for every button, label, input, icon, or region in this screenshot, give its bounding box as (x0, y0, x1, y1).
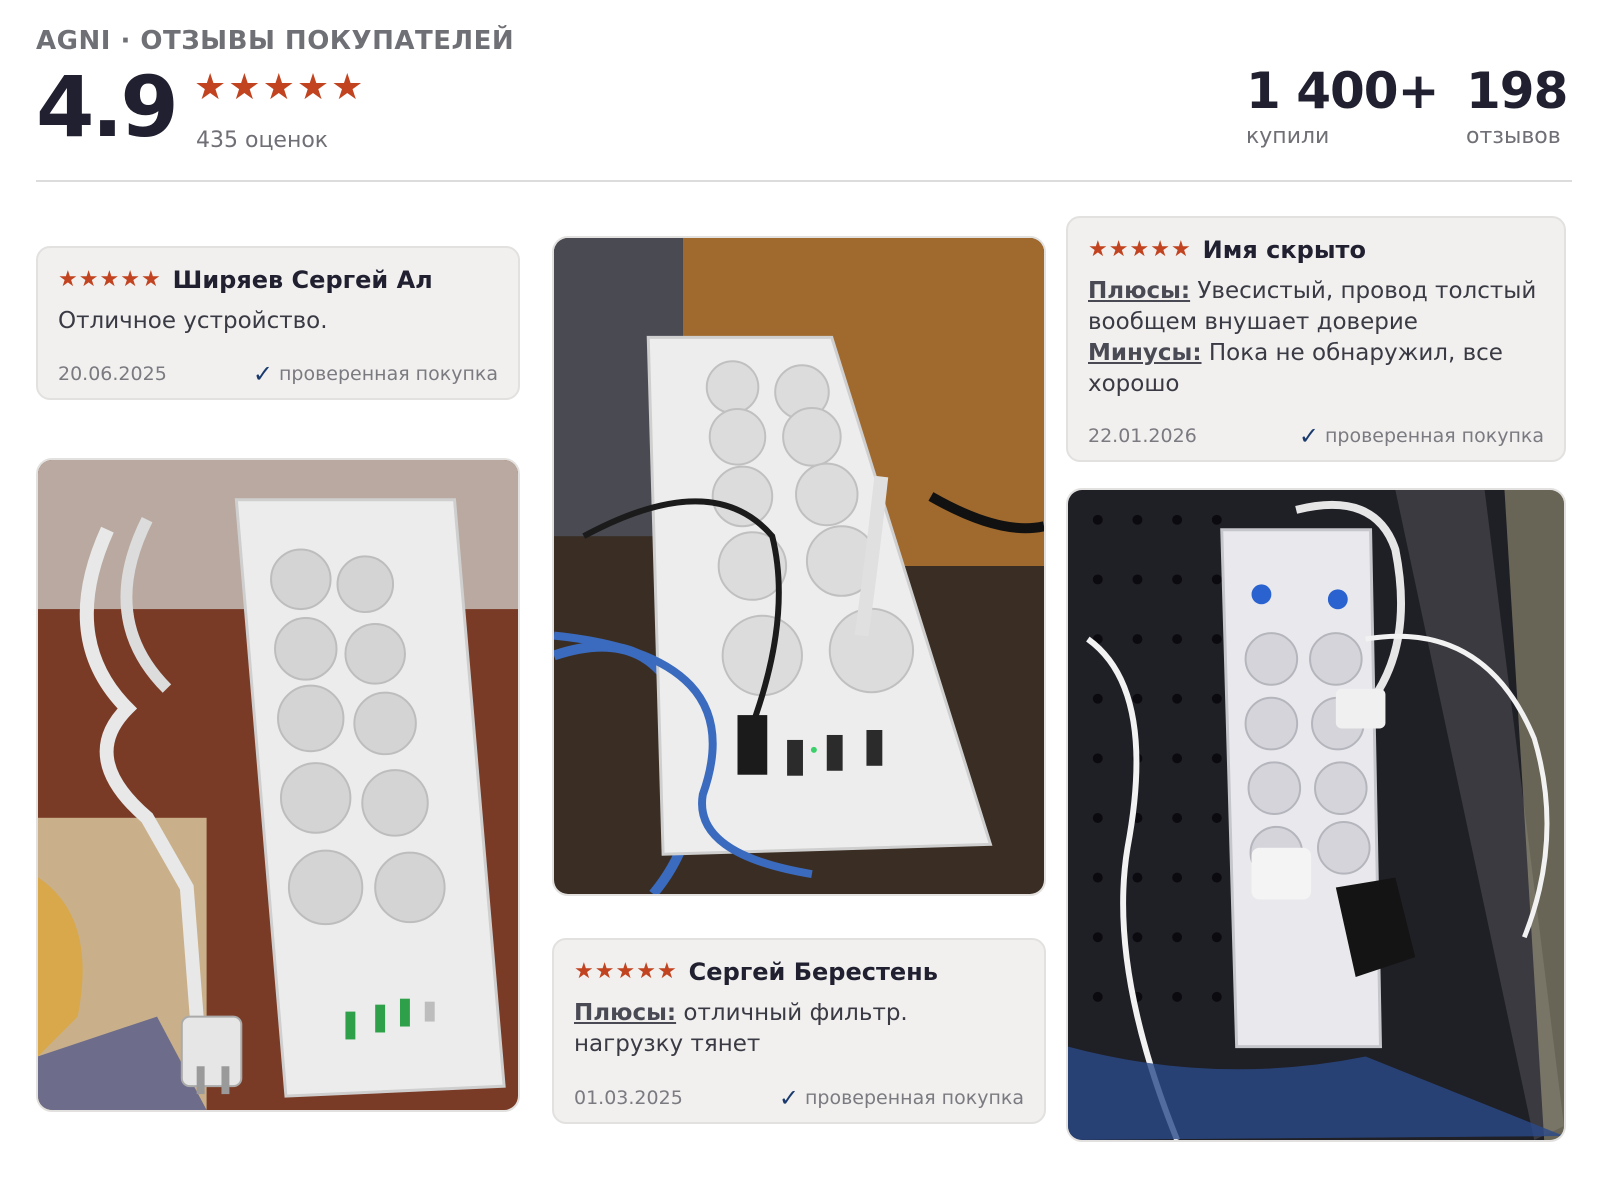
review-date: 01.03.2025 (574, 1087, 683, 1109)
verified-label: проверенная покупка (278, 363, 498, 385)
review-card[interactable]: ★ ★ ★ ★ ★ Ширяев Сергей Ал Отличное устройст… (36, 246, 520, 400)
verified-purchase: ✓ проверенная покупка (779, 1086, 1024, 1110)
review-author: Имя скрыто (1202, 236, 1366, 264)
review-text: Отличное устройство. (58, 308, 328, 334)
cons-label: Минусы: (1088, 340, 1202, 366)
star-icon: ★ (140, 267, 161, 292)
checkmark-icon: ✓ (778, 1084, 799, 1112)
star-icon: ★ (1129, 237, 1150, 262)
star-icon: ★ (331, 67, 364, 108)
stat-bought: 1 400+ купили (1246, 62, 1439, 149)
stat-reviews-value: 198 (1466, 62, 1568, 120)
review-text: Плюсы: Увесистый, провод толстый вообщем… (1088, 276, 1544, 400)
review-photo-power-strip-on-table[interactable] (36, 458, 520, 1112)
star-icon: ★ (594, 959, 615, 984)
checkmark-icon: ✓ (1298, 422, 1319, 450)
verified-purchase: ✓ проверенная покупка (253, 362, 498, 386)
header-divider (36, 180, 1572, 182)
review-card[interactable]: ★ ★ ★ ★ ★ Сергей Берестень Плюсы: отличный ф… (552, 938, 1046, 1124)
star-icon: ★ (228, 67, 261, 108)
review-stars: ★ ★ ★ ★ ★ (1088, 239, 1191, 261)
star-icon: ★ (58, 267, 78, 292)
review-text: Плюсы: отличный фильтр. нагрузку тянет (574, 998, 1024, 1060)
star-icon: ★ (99, 267, 120, 292)
review-photo-power-strip-with-plugs[interactable] (552, 236, 1046, 896)
verified-label: проверенная покупка (1324, 425, 1544, 447)
checkmark-icon: ✓ (252, 360, 273, 388)
stat-bought-value: 1 400+ (1246, 62, 1439, 120)
verified-label: проверенная покупка (804, 1087, 1024, 1109)
ratings-count: 435 оценок (196, 128, 329, 153)
review-photo-power-strip-on-pegboard[interactable] (1066, 488, 1566, 1142)
stat-reviews-label: отзывов (1466, 124, 1561, 149)
stat-bought-label: купили (1246, 124, 1330, 149)
review-stars: ★ ★ ★ ★ ★ (58, 269, 161, 291)
review-date: 22.01.2026 (1088, 425, 1197, 447)
brand-reviews-kicker: AGNI · ОТЗЫВЫ ПОКУПАТЕЛЕЙ (36, 26, 515, 56)
star-icon: ★ (615, 959, 636, 984)
pros-label: Плюсы: (1088, 278, 1191, 304)
rating-stars: ★ ★ ★ ★ ★ (194, 70, 363, 106)
star-icon: ★ (296, 67, 330, 108)
review-date: 20.06.2025 (58, 363, 167, 385)
star-icon: ★ (1088, 237, 1108, 262)
star-icon: ★ (262, 67, 295, 108)
stat-reviews: 198 отзывов (1466, 62, 1568, 149)
star-icon: ★ (1170, 237, 1191, 262)
review-stars: ★ ★ ★ ★ ★ (574, 961, 677, 983)
review-card[interactable]: ★ ★ ★ ★ ★ Имя скрыто Плюсы: Увесистый, прово… (1066, 216, 1566, 462)
star-icon: ★ (78, 267, 99, 292)
star-icon: ★ (1108, 237, 1129, 262)
star-icon: ★ (574, 959, 594, 984)
star-icon: ★ (656, 959, 677, 984)
star-icon: ★ (636, 959, 656, 984)
review-author: Сергей Берестень (688, 958, 938, 986)
pros-label: Плюсы: (574, 1000, 677, 1026)
star-icon: ★ (120, 267, 140, 292)
review-author: Ширяев Сергей Ал (172, 266, 433, 294)
verified-purchase: ✓ проверенная покупка (1299, 424, 1544, 448)
star-icon: ★ (194, 67, 227, 108)
star-icon: ★ (1150, 237, 1170, 262)
average-rating: 4.9 (36, 58, 179, 156)
